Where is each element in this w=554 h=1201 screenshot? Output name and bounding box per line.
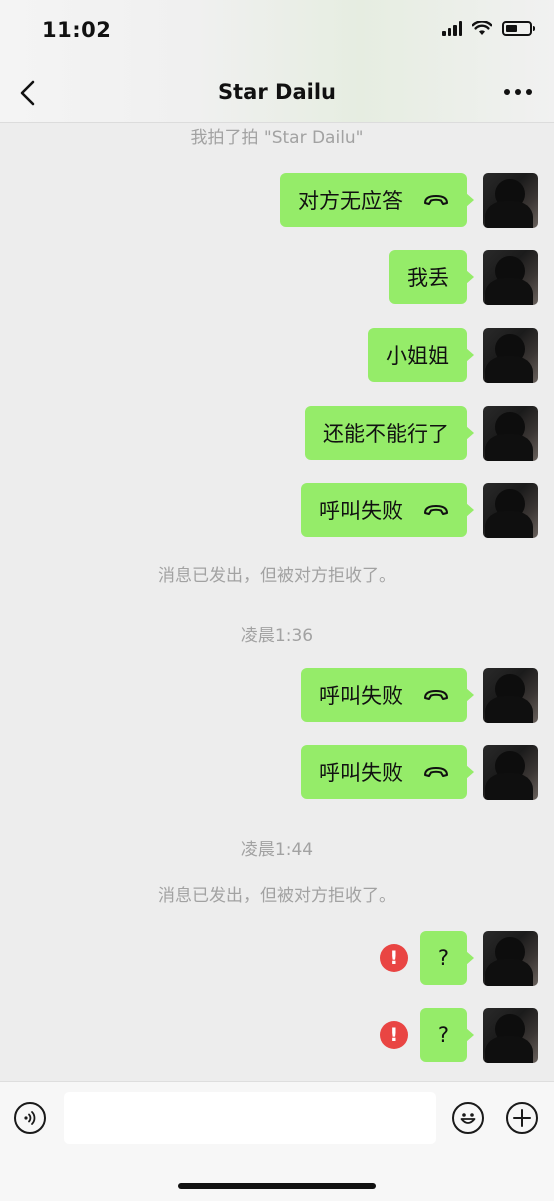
message-row: 呼叫失败	[301, 483, 538, 538]
message-text: 对方无应答	[298, 189, 403, 213]
message-row: ! ?	[379, 931, 538, 986]
avatar[interactable]	[483, 406, 538, 461]
chat-area[interactable]: 我拍了拍 "Star Dailu" 对方无应答 我丢 小姐姐 还能不能行了 呼叫…	[0, 123, 554, 1081]
message-row: 对方无应答	[280, 173, 538, 228]
status-time: 11:02	[42, 18, 112, 42]
message-row: 呼叫失败	[301, 745, 538, 800]
status-icons	[442, 20, 535, 36]
message-text: 呼叫失败	[319, 684, 403, 708]
message-bubble[interactable]: ?	[419, 931, 475, 985]
emoji-icon[interactable]	[452, 1102, 484, 1134]
rejected-notice: 消息已发出，但被对方拒收了。	[158, 566, 396, 586]
message-text: ?	[437, 1023, 449, 1047]
message-row: ! ?	[379, 1008, 538, 1063]
avatar[interactable]	[483, 250, 538, 305]
home-indicator[interactable]	[178, 1183, 376, 1189]
message-input[interactable]	[64, 1092, 436, 1144]
top-bar: 11:02 Star Dailu	[0, 0, 554, 123]
error-icon[interactable]: !	[379, 1021, 408, 1049]
message-bubble[interactable]: 还能不能行了	[305, 406, 474, 460]
more-dots-icon[interactable]	[502, 86, 534, 98]
message-text: 呼叫失败	[319, 499, 403, 523]
call-bubble[interactable]: 呼叫失败	[301, 745, 474, 799]
avatar[interactable]	[483, 173, 538, 228]
message-text: 小姐姐	[386, 344, 449, 368]
message-bubble[interactable]: ?	[419, 1008, 475, 1062]
call-bubble[interactable]: 呼叫失败	[301, 668, 474, 722]
pat-notice: 我拍了拍 "Star Dailu"	[190, 128, 364, 148]
timestamp: 凌晨1:36	[240, 626, 314, 646]
rejected-notice: 消息已发出，但被对方拒收了。	[158, 886, 396, 906]
cellular-signal-icon	[442, 20, 462, 36]
phone-hangup-icon	[424, 195, 448, 205]
voice-icon[interactable]	[14, 1102, 46, 1134]
wifi-icon	[472, 20, 492, 35]
error-icon[interactable]: !	[379, 944, 408, 972]
avatar[interactable]	[483, 483, 538, 538]
plus-icon[interactable]	[506, 1102, 538, 1134]
message-bubble[interactable]: 小姐姐	[368, 328, 474, 382]
message-row: 我丢	[389, 250, 538, 305]
message-row: 小姐姐	[368, 328, 538, 383]
avatar[interactable]	[483, 745, 538, 800]
call-bubble[interactable]: 对方无应答	[280, 173, 474, 227]
avatar[interactable]	[483, 668, 538, 723]
message-text: 还能不能行了	[323, 422, 449, 446]
timestamp: 凌晨1:44	[240, 840, 314, 860]
call-bubble[interactable]: 呼叫失败	[301, 483, 474, 537]
message-text: ?	[437, 946, 449, 970]
phone-hangup-icon	[424, 690, 448, 700]
message-text: 呼叫失败	[319, 761, 403, 785]
message-bubble[interactable]: 我丢	[389, 250, 474, 304]
phone-hangup-icon	[424, 767, 448, 777]
avatar[interactable]	[483, 1008, 538, 1063]
message-row: 呼叫失败	[301, 668, 538, 723]
message-text: 我丢	[407, 266, 449, 290]
phone-hangup-icon	[424, 505, 448, 515]
avatar[interactable]	[483, 328, 538, 383]
chat-title: Star Dailu	[218, 80, 336, 104]
message-row: 还能不能行了	[305, 406, 538, 461]
avatar[interactable]	[483, 931, 538, 986]
battery-icon	[502, 20, 535, 36]
